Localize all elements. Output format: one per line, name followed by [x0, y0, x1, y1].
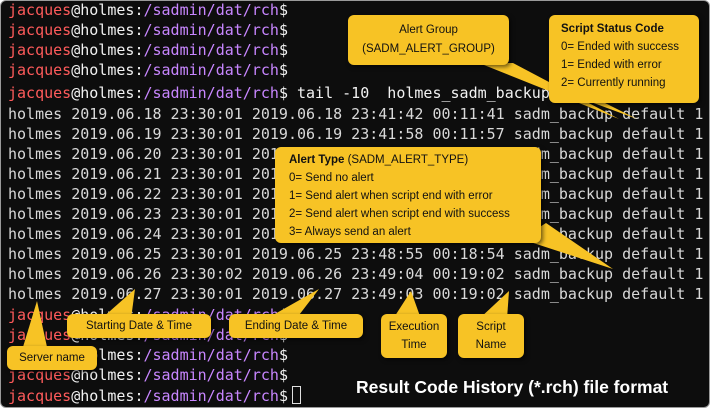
script-name-callout: Script Name	[458, 314, 524, 358]
alert-type-item: 0= Send no alert	[289, 172, 374, 184]
alert-type-callout: Alert Type (SADM_ALERT_TYPE) 0= Send no …	[275, 147, 541, 243]
script-status-callout: Script Status Code 0= Ended with success…	[549, 15, 699, 103]
script-name-line2: Name	[475, 339, 507, 351]
alert-type-title: Alert Type (SADM_ALERT_TYPE)	[289, 154, 469, 166]
alert-group-variable: (SADM_ALERT_GROUP)	[362, 43, 495, 55]
script-status-item: 1= Ended with error	[561, 59, 662, 71]
alert-group-title: Alert Group	[399, 24, 458, 36]
script-status-item: 0= Ended with success	[561, 41, 679, 53]
alert-group-callout: Alert Group (SADM_ALERT_GROUP)	[348, 15, 509, 65]
execution-time-line1: Execution	[388, 321, 440, 333]
alert-type-item: 2= Send alert when script end with succe…	[289, 208, 510, 220]
terminal-window: jacques@holmes:/sadmin/dat/rch$ jacques@…	[0, 0, 710, 408]
server-name-label: Server name	[19, 352, 85, 364]
starting-date-callout: Starting Date & Time	[67, 314, 211, 338]
execution-time-callout: Execution Time	[381, 314, 447, 358]
alert-type-item: 3= Always send an alert	[289, 226, 411, 238]
figure-caption: Result Code History (*.rch) file format	[356, 377, 669, 397]
script-status-item: 2= Currently running	[561, 77, 666, 89]
ending-date-callout: Ending Date & Time	[229, 314, 363, 338]
ending-date-label: Ending Date & Time	[244, 320, 348, 332]
script-name-line1: Script	[476, 321, 506, 333]
server-name-pointer	[23, 301, 47, 347]
starting-date-label: Starting Date & Time	[85, 320, 193, 332]
alert-type-item: 1= Send alert when script end with error	[289, 190, 493, 202]
server-name-callout: Server name	[7, 346, 97, 370]
script-status-title: Script Status Code	[561, 23, 664, 35]
execution-time-line2: Time	[401, 339, 427, 351]
